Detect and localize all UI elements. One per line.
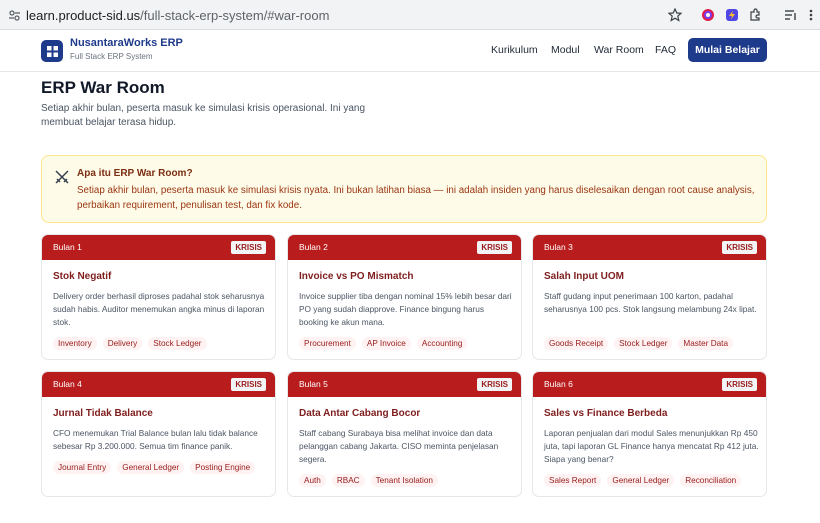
card-month: Bulan 5 bbox=[299, 379, 328, 389]
extensions-puzzle-icon[interactable] bbox=[747, 7, 763, 23]
info-title: Apa itu ERP War Room? bbox=[77, 168, 193, 179]
nav-link-faq[interactable]: FAQ bbox=[655, 44, 676, 56]
card-header: Bulan 1 KRISIS bbox=[42, 235, 275, 260]
card-description: Delivery order berhasil diproses padahal… bbox=[53, 291, 265, 327]
tag: Accounting bbox=[416, 337, 468, 350]
start-learning-button[interactable]: Mulai Belajar bbox=[688, 38, 767, 62]
tag: AP Invoice bbox=[361, 337, 411, 350]
crisis-card: Bulan 5 KRISIS Data Antar Cabang Bocor S… bbox=[287, 371, 522, 497]
nav-link-war-room[interactable]: War Room bbox=[594, 44, 644, 56]
card-description: Laporan penjualan dari modul Sales menun… bbox=[544, 428, 759, 464]
tag: General Ledger bbox=[607, 474, 675, 487]
nav-link-modul[interactable]: Modul bbox=[551, 44, 580, 56]
tag: Journal Entry bbox=[53, 461, 112, 474]
url-host: learn.product-sid.us bbox=[26, 8, 141, 23]
tag: Posting Engine bbox=[190, 461, 256, 474]
card-description: Staff cabang Surabaya bisa melihat invoi… bbox=[299, 428, 499, 464]
card-tags: Auth RBAC Tenant Isolation bbox=[299, 474, 438, 487]
brand-logo-icon[interactable] bbox=[41, 40, 63, 62]
address-bar[interactable]: learn.product-sid.us/full-stack-erp-syst… bbox=[26, 8, 329, 23]
card-title: Invoice vs PO Mismatch bbox=[299, 271, 414, 282]
card-description: Invoice supplier tiba dengan nominal 15%… bbox=[299, 291, 512, 327]
extension-color-icon[interactable] bbox=[700, 7, 716, 23]
card-title: Stok Negatif bbox=[53, 271, 112, 282]
browser-toolbar: learn.product-sid.us/full-stack-erp-syst… bbox=[0, 0, 820, 30]
card-month: Bulan 4 bbox=[53, 379, 82, 389]
card-header: Bulan 4 KRISIS bbox=[42, 372, 275, 397]
tag: Procurement bbox=[299, 337, 356, 350]
site-header: NusantaraWorks ERP Full Stack ERP System… bbox=[0, 30, 820, 72]
bookmark-star-icon[interactable] bbox=[667, 7, 683, 23]
tag: Tenant Isolation bbox=[370, 474, 438, 487]
card-header: Bulan 6 KRISIS bbox=[533, 372, 766, 397]
page-title: ERP War Room bbox=[41, 78, 165, 97]
card-month: Bulan 1 bbox=[53, 242, 82, 252]
nav-link-kurikulum[interactable]: Kurikulum bbox=[491, 44, 538, 56]
crossed-swords-icon bbox=[54, 169, 70, 185]
card-header: Bulan 2 KRISIS bbox=[288, 235, 521, 260]
url-path: /full-stack-erp-system/#war-room bbox=[140, 8, 330, 23]
card-title: Sales vs Finance Berbeda bbox=[544, 408, 668, 419]
tag: Goods Receipt bbox=[544, 337, 609, 350]
crisis-card: Bulan 1 KRISIS Stok Negatif Delivery ord… bbox=[41, 234, 276, 360]
card-tags: Inventory Delivery Stock Ledger bbox=[53, 337, 207, 350]
card-description: Staff gudang input penerimaan 100 karton… bbox=[544, 291, 757, 314]
reading-list-icon[interactable] bbox=[783, 7, 799, 23]
crisis-card: Bulan 2 KRISIS Invoice vs PO Mismatch In… bbox=[287, 234, 522, 360]
info-text: Setiap akhir bulan, peserta masuk ke sim… bbox=[77, 185, 755, 211]
crisis-card: Bulan 4 KRISIS Jurnal Tidak Balance CFO … bbox=[41, 371, 276, 497]
card-title: Data Antar Cabang Bocor bbox=[299, 408, 421, 419]
tag: Stock Ledger bbox=[614, 337, 673, 350]
brand-name[interactable]: NusantaraWorks ERP bbox=[70, 37, 183, 49]
card-tags: Procurement AP Invoice Accounting bbox=[299, 337, 468, 350]
card-title: Salah Input UOM bbox=[544, 271, 624, 282]
crisis-badge: KRISIS bbox=[231, 378, 266, 391]
extension-bolt-icon[interactable] bbox=[724, 7, 740, 23]
card-title: Jurnal Tidak Balance bbox=[53, 408, 153, 419]
info-callout: Apa itu ERP War Room? Setiap akhir bulan… bbox=[41, 155, 767, 223]
tag: Delivery bbox=[102, 337, 143, 350]
crisis-card: Bulan 3 KRISIS Salah Input UOM Staff gud… bbox=[532, 234, 767, 360]
tag: Auth bbox=[299, 474, 326, 487]
crisis-badge: KRISIS bbox=[477, 378, 512, 391]
more-menu-icon[interactable] bbox=[803, 7, 819, 23]
tag: General Ledger bbox=[117, 461, 185, 474]
card-description: CFO menemukan Trial Balance bulan lalu t… bbox=[53, 428, 258, 451]
site-settings-icon[interactable] bbox=[6, 7, 22, 23]
tag: Stock Ledger bbox=[148, 337, 207, 350]
tag: Reconciliation bbox=[680, 474, 742, 487]
card-month: Bulan 2 bbox=[299, 242, 328, 252]
crisis-badge: KRISIS bbox=[722, 241, 757, 254]
card-month: Bulan 3 bbox=[544, 242, 573, 252]
card-header: Bulan 3 KRISIS bbox=[533, 235, 766, 260]
card-tags: Journal Entry General Ledger Posting Eng… bbox=[53, 461, 256, 474]
crisis-badge: KRISIS bbox=[477, 241, 512, 254]
crisis-badge: KRISIS bbox=[722, 378, 757, 391]
page-intro: Setiap akhir bulan, peserta masuk ke sim… bbox=[41, 103, 366, 128]
card-header: Bulan 5 KRISIS bbox=[288, 372, 521, 397]
brand-subtitle: Full Stack ERP System bbox=[70, 52, 153, 61]
tag: Inventory bbox=[53, 337, 97, 350]
card-month: Bulan 6 bbox=[544, 379, 573, 389]
crisis-badge: KRISIS bbox=[231, 241, 266, 254]
tag: RBAC bbox=[331, 474, 365, 487]
tag: Sales Report bbox=[544, 474, 602, 487]
card-tags: Sales Report General Ledger Reconciliati… bbox=[544, 474, 742, 487]
tag: Master Data bbox=[678, 337, 734, 350]
card-tags: Goods Receipt Stock Ledger Master Data bbox=[544, 337, 734, 350]
crisis-card: Bulan 6 KRISIS Sales vs Finance Berbeda … bbox=[532, 371, 767, 497]
